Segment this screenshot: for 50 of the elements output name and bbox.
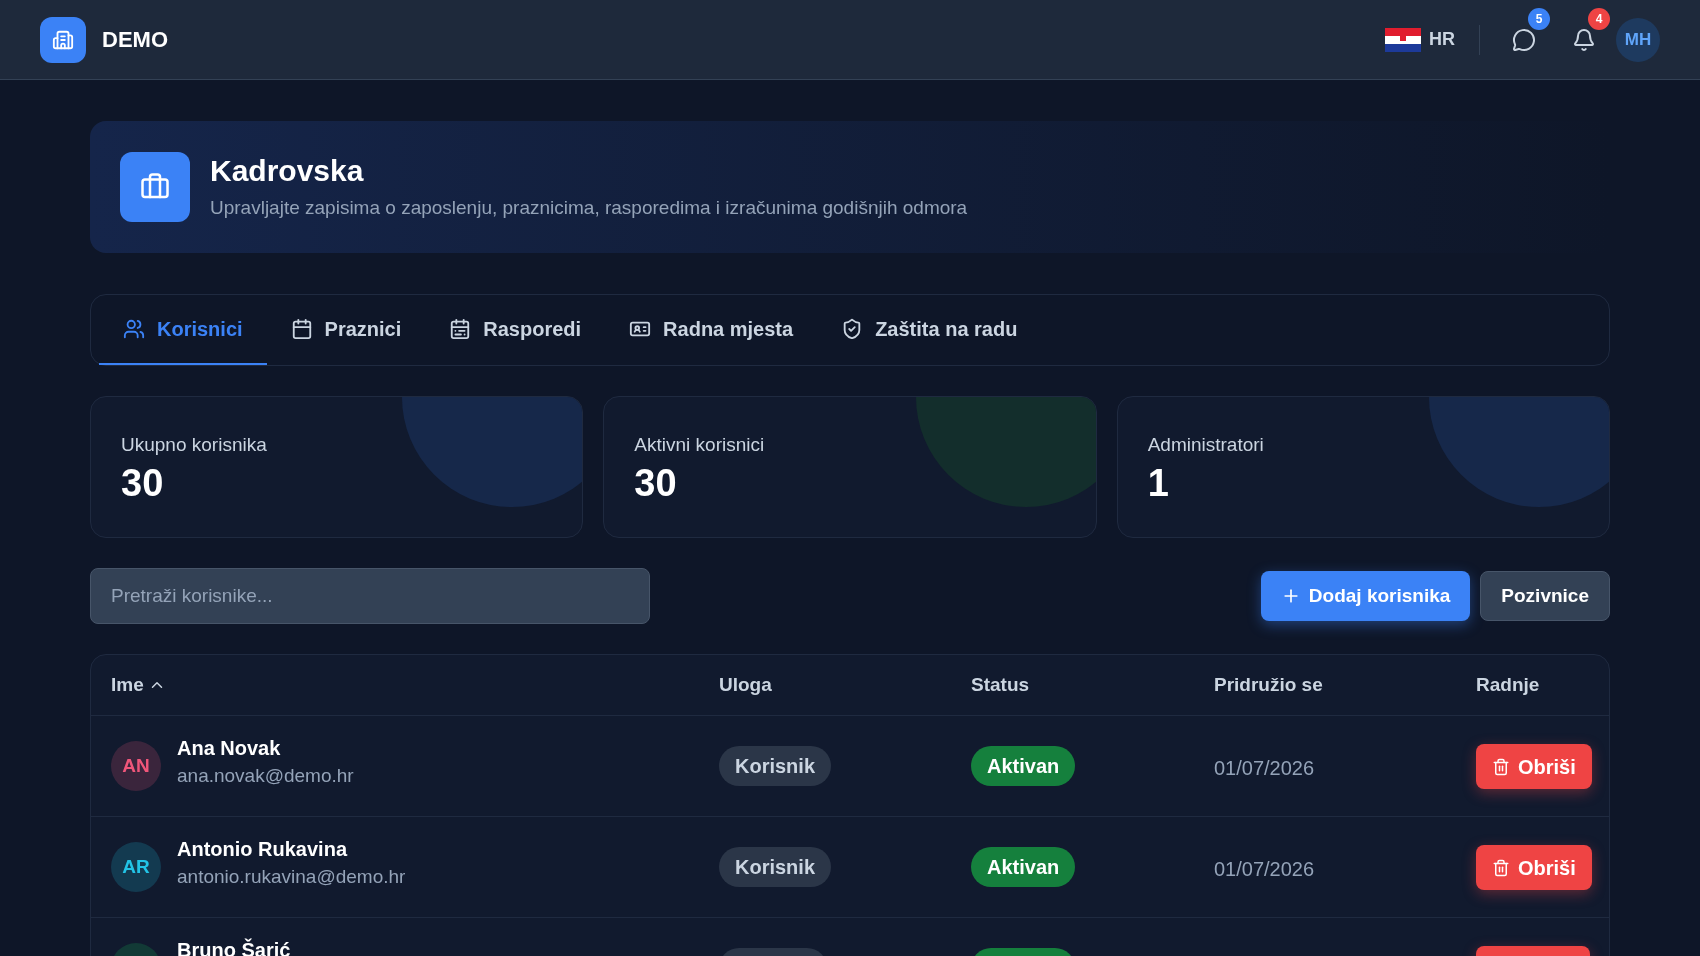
search-field[interactable]: Pretraži korisnike...	[90, 568, 650, 624]
role-badge: Korisnik	[719, 746, 832, 786]
trash-icon	[1492, 858, 1510, 877]
count-badge: 5	[1528, 7, 1550, 30]
tab[interactable]: Korisnici	[99, 295, 267, 365]
users-icon	[123, 318, 145, 340]
tab[interactable]: Radna mjesta	[605, 295, 818, 365]
stat-value: 1	[1147, 460, 1170, 506]
delete-button[interactable]: Obriši	[1476, 744, 1592, 789]
stat-label: Aktivni korisnici	[634, 433, 766, 457]
tab[interactable]: Rasporedi	[425, 295, 606, 365]
user-name: Ana Novak	[177, 736, 282, 761]
trash-icon	[1492, 757, 1510, 776]
page-title: Kadrovska	[210, 153, 365, 189]
joined-date: 01/07/2026	[1214, 857, 1316, 882]
calendar-icon	[290, 318, 313, 340]
user-avatar[interactable]: MH	[1616, 17, 1660, 62]
user-email: ana.novak@demo.hr	[177, 764, 354, 788]
chat-icon	[1512, 27, 1536, 52]
language-button[interactable]: HR	[1385, 26, 1455, 53]
page-subtitle: Upravljajte zapisima o zaposlenju, praznicima, rasporedima i izračunima godišnjih odmora	[210, 195, 968, 220]
column-header: Uloga	[719, 672, 773, 697]
stat-value: 30	[121, 460, 165, 506]
stat-label: Ukupno korisnika	[121, 433, 268, 457]
joined-date: 01/07/2026	[1214, 756, 1316, 781]
status-badge: Aktivan	[971, 746, 1076, 786]
flag-icon	[1385, 27, 1421, 52]
stat-label: Administratori	[1147, 433, 1265, 457]
user-email: antonio.rukavina@demo.hr	[177, 865, 406, 889]
delete-button[interactable]: Obriši	[1476, 845, 1592, 890]
calendar-icon	[449, 318, 472, 340]
avatar-initials: AN	[122, 753, 150, 778]
logo-icon	[40, 16, 86, 63]
avatar-initials: AR	[122, 854, 150, 879]
count-badge: 4	[1588, 7, 1610, 30]
column-header[interactable]: Ime	[111, 670, 719, 700]
column-header: Radnje	[1476, 672, 1541, 697]
column-header: Status	[971, 672, 1031, 697]
brand-name: DEMO	[102, 26, 168, 54]
add-user-button[interactable]: Dodaj korisnika	[1260, 571, 1471, 621]
column-header: Pridružio se	[1214, 672, 1324, 697]
invites-button[interactable]: Pozivnice	[1480, 571, 1610, 621]
user-name: Antonio Rukavina	[177, 837, 349, 862]
bell-icon	[1572, 27, 1596, 52]
stat-value: 30	[634, 460, 678, 506]
briefcase-icon	[120, 152, 190, 222]
tab[interactable]: Praznici	[266, 295, 426, 365]
status-badge: Aktivan	[971, 847, 1076, 887]
role-badge: Korisnik	[719, 847, 832, 887]
tab[interactable]: Zaštita na radu	[817, 295, 1042, 365]
